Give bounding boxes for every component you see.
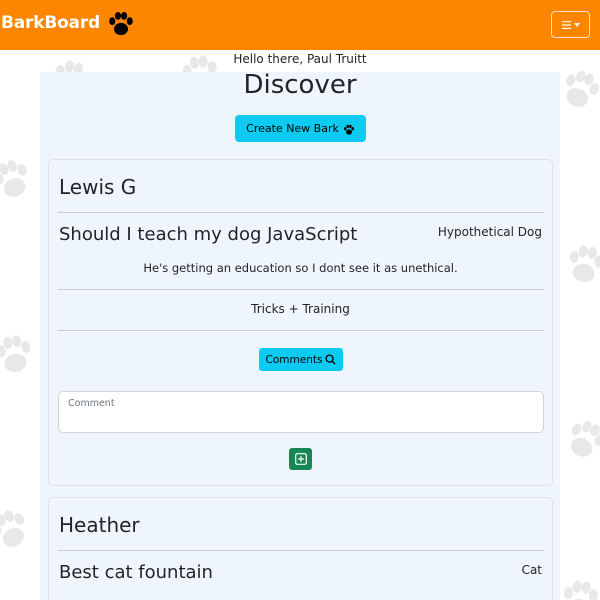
comment-placeholder: Comment	[68, 398, 115, 409]
comments-button[interactable]: Comments	[259, 348, 343, 371]
navbar: BarkBoard	[0, 0, 600, 50]
post-card: Lewis G Should I teach my dog JavaScript…	[48, 159, 553, 486]
divider	[58, 212, 544, 213]
search-icon	[325, 354, 337, 365]
divider	[58, 550, 544, 551]
brand-name[interactable]: BarkBoard	[1, 13, 100, 33]
post-category: Tricks + Training	[251, 302, 350, 316]
greeting-text: Hello there, Paul Truitt	[233, 52, 367, 66]
paw-icon	[109, 11, 133, 36]
create-bark-label: Create New Bark	[246, 122, 339, 135]
hamburger-icon	[561, 20, 571, 29]
post-author: Heather	[59, 513, 140, 537]
page-title: Discover	[243, 70, 357, 100]
add-comment-button[interactable]	[289, 448, 312, 470]
divider	[58, 289, 544, 290]
comments-label: Comments	[265, 353, 323, 366]
post-title: Should I teach my dog JavaScript	[59, 224, 358, 245]
create-bark-button[interactable]: Create New Bark	[235, 115, 366, 142]
post-card: Heather Best cat fountain Cat	[48, 497, 553, 600]
caret-down-icon	[573, 22, 580, 27]
comment-input[interactable]: Comment	[58, 391, 544, 433]
post-dog-name: Cat	[521, 563, 542, 577]
post-title: Best cat fountain	[59, 562, 213, 583]
menu-toggle-button[interactable]	[551, 11, 590, 38]
paw-icon	[343, 124, 354, 135]
post-body: He's getting an education so I dont see …	[143, 261, 458, 275]
plus-square-icon	[294, 453, 307, 465]
post-author: Lewis G	[59, 175, 137, 199]
post-dog-name: Hypothetical Dog	[437, 225, 542, 239]
divider	[58, 330, 544, 331]
